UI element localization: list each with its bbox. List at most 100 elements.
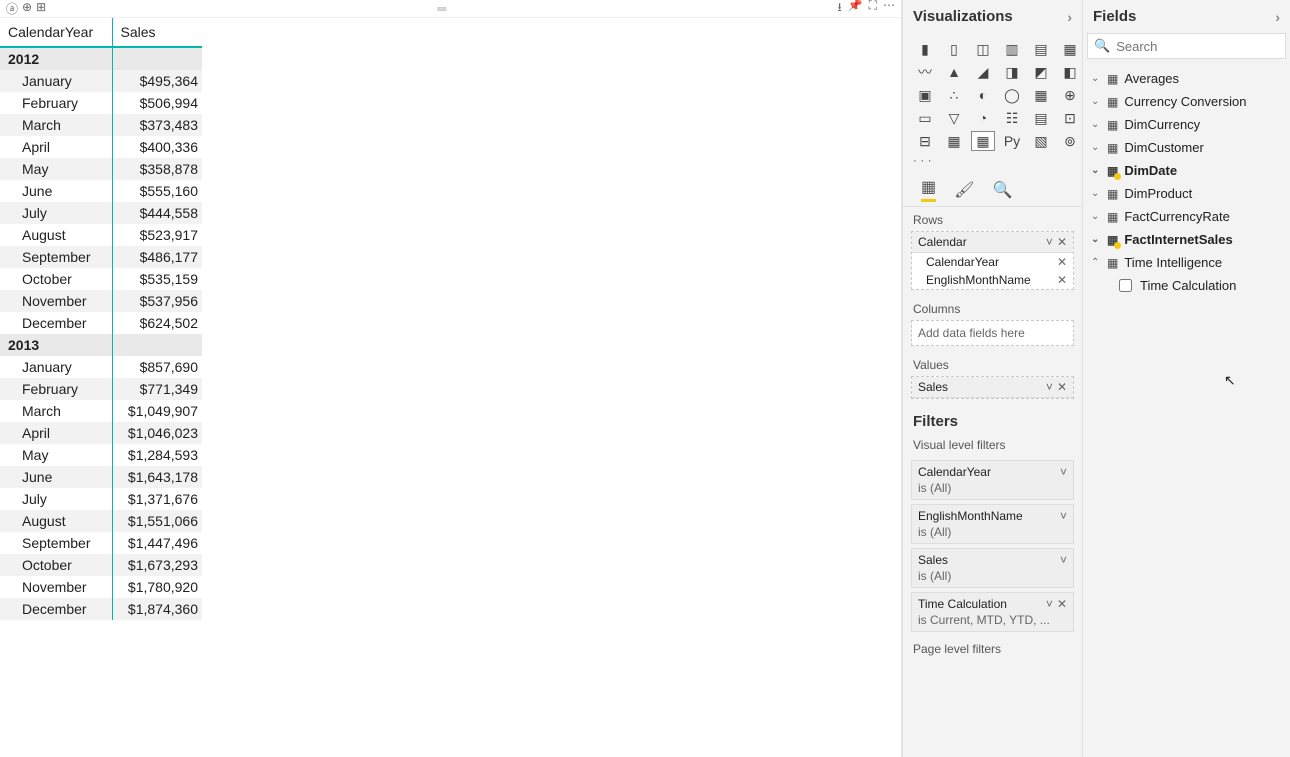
viz-type-icon[interactable]: ▧ bbox=[1029, 131, 1053, 151]
month-cell[interactable]: August bbox=[0, 224, 112, 246]
month-cell[interactable]: February bbox=[0, 92, 112, 114]
viz-type-icon[interactable]: ◧ bbox=[1058, 62, 1082, 82]
viz-type-icon[interactable]: ▤ bbox=[1029, 108, 1053, 128]
viz-type-icon[interactable]: ▮ bbox=[913, 39, 937, 59]
chevron-down-icon[interactable]: ˅ bbox=[1060, 465, 1067, 479]
field-table-node[interactable]: ⌄▦DimProduct bbox=[1083, 182, 1290, 205]
field-table-node[interactable]: ⌄▦DimCustomer bbox=[1083, 136, 1290, 159]
month-cell[interactable]: March bbox=[0, 114, 112, 136]
field-table-node[interactable]: ⌄▦DimCurrency bbox=[1083, 113, 1290, 136]
viz-type-icon[interactable]: ▦ bbox=[971, 131, 995, 151]
field-table-node[interactable]: ⌄▦FactCurrencyRate bbox=[1083, 205, 1290, 228]
chevron-icon[interactable]: ⌄ bbox=[1091, 165, 1101, 176]
year-cell[interactable]: 2012 bbox=[0, 47, 112, 70]
viz-type-icon[interactable]: ▽ bbox=[942, 108, 966, 128]
field-table-node[interactable]: ⌄▦Currency Conversion bbox=[1083, 90, 1290, 113]
field-checkbox[interactable] bbox=[1119, 279, 1132, 292]
viz-type-icon[interactable]: ⊕ bbox=[1058, 85, 1082, 105]
chevron-icon[interactable]: ⌄ bbox=[1091, 73, 1101, 84]
month-cell[interactable]: November bbox=[0, 290, 112, 312]
chevron-icon[interactable]: ⌄ bbox=[1091, 119, 1101, 130]
rows-pill-label[interactable]: Calendar bbox=[918, 235, 967, 249]
viz-type-icon[interactable]: ◩ bbox=[1029, 62, 1053, 82]
values-well[interactable]: Sales ˅ ✕ bbox=[911, 376, 1074, 399]
search-input[interactable] bbox=[1116, 39, 1279, 54]
chevron-down-icon[interactable]: ˅ bbox=[1046, 597, 1053, 611]
viz-type-icon[interactable]: ◔ bbox=[971, 108, 995, 128]
export-icon[interactable]: ⭳ bbox=[837, 0, 841, 19]
pin-icon[interactable]: 📌 bbox=[848, 0, 863, 19]
chevron-icon[interactable]: ⌄ bbox=[1091, 188, 1101, 199]
viz-type-icon[interactable]: Py bbox=[1000, 131, 1024, 151]
chevron-icon[interactable]: ⌄ bbox=[1091, 96, 1101, 107]
drill-down-icon[interactable]: ⊕ bbox=[22, 0, 32, 17]
month-cell[interactable]: January bbox=[0, 70, 112, 92]
field-table-node[interactable]: ⌄▦DimDate bbox=[1083, 159, 1290, 182]
viz-type-icon[interactable]: ▤ bbox=[1029, 39, 1053, 59]
month-cell[interactable]: May bbox=[0, 444, 112, 466]
drag-handle-icon[interactable]: ═ bbox=[46, 1, 837, 16]
chevron-icon[interactable]: ⌄ bbox=[1091, 142, 1101, 153]
fields-tab-icon[interactable]: ▦ bbox=[921, 177, 936, 202]
analytics-tab-icon[interactable]: 🔍 bbox=[992, 180, 1012, 200]
column-header-sales[interactable]: Sales bbox=[112, 18, 202, 47]
month-cell[interactable]: September bbox=[0, 532, 112, 554]
chevron-icon[interactable]: ⌄ bbox=[1091, 211, 1101, 222]
remove-icon[interactable]: ✕ bbox=[1057, 255, 1067, 269]
format-tab-icon[interactable]: 🖌 bbox=[954, 180, 974, 200]
chevron-icon[interactable]: ⌃ bbox=[1091, 257, 1101, 268]
viz-type-icon[interactable]: ⊡ bbox=[1058, 108, 1082, 128]
rows-well[interactable]: Calendar ˅✕ CalendarYear✕ EnglishMonthNa… bbox=[911, 231, 1074, 290]
month-cell[interactable]: April bbox=[0, 136, 112, 158]
filter-card[interactable]: Sales˅is (All) bbox=[911, 548, 1074, 588]
rows-sub-1[interactable]: CalendarYear bbox=[926, 255, 999, 269]
filter-card[interactable]: CalendarYear˅is (All) bbox=[911, 460, 1074, 500]
values-pill-label[interactable]: Sales bbox=[918, 380, 948, 394]
field-table-node[interactable]: ⌄▦FactInternetSales bbox=[1083, 228, 1290, 251]
chevron-down-icon[interactable]: ˅ bbox=[1060, 509, 1067, 523]
viz-type-icon[interactable]: ▲ bbox=[942, 62, 966, 82]
collapse-fields-icon[interactable]: › bbox=[1275, 9, 1280, 25]
viz-type-icon[interactable]: ◐ bbox=[971, 85, 995, 105]
month-cell[interactable]: August bbox=[0, 510, 112, 532]
chevron-down-icon[interactable]: ˅ bbox=[1046, 235, 1053, 249]
viz-type-icon[interactable]: ▯ bbox=[942, 39, 966, 59]
viz-type-icon[interactable]: ▥ bbox=[1000, 39, 1024, 59]
month-cell[interactable]: May bbox=[0, 158, 112, 180]
column-header-year[interactable]: CalendarYear bbox=[0, 18, 112, 47]
remove-icon[interactable]: ✕ bbox=[1057, 597, 1067, 611]
viz-type-icon[interactable]: ▦ bbox=[942, 131, 966, 151]
month-cell[interactable]: December bbox=[0, 598, 112, 620]
chevron-down-icon[interactable]: ˅ bbox=[1060, 553, 1067, 567]
chevron-down-icon[interactable]: ˅ bbox=[1046, 380, 1053, 394]
month-cell[interactable]: October bbox=[0, 268, 112, 290]
viz-type-icon[interactable]: ∴ bbox=[942, 85, 966, 105]
month-cell[interactable]: December bbox=[0, 312, 112, 334]
viz-type-icon[interactable]: ⊚ bbox=[1058, 131, 1082, 151]
month-cell[interactable]: June bbox=[0, 466, 112, 488]
matrix-visual[interactable]: CalendarYear Sales 2012January$495,364Fe… bbox=[0, 18, 901, 620]
expand-icon[interactable]: ⊞ bbox=[36, 0, 46, 17]
year-cell[interactable]: 2013 bbox=[0, 334, 112, 356]
viz-type-icon[interactable]: ◢ bbox=[971, 62, 995, 82]
collapse-viz-icon[interactable]: › bbox=[1067, 9, 1072, 25]
month-cell[interactable]: March bbox=[0, 400, 112, 422]
columns-well[interactable]: Add data fields here bbox=[911, 320, 1074, 346]
month-cell[interactable]: July bbox=[0, 488, 112, 510]
remove-icon[interactable]: ✕ bbox=[1057, 380, 1067, 394]
more-icon[interactable]: ⋯ bbox=[883, 0, 895, 19]
viz-type-icon[interactable]: ◫ bbox=[971, 39, 995, 59]
viz-type-icon[interactable]: ◯ bbox=[1000, 85, 1024, 105]
viz-more-button[interactable]: · · · bbox=[903, 153, 1082, 171]
month-cell[interactable]: June bbox=[0, 180, 112, 202]
viz-type-icon[interactable]: ▭ bbox=[913, 108, 937, 128]
viz-type-icon[interactable]: ⊟ bbox=[913, 131, 937, 151]
remove-icon[interactable]: ✕ bbox=[1057, 273, 1067, 287]
field-table-node[interactable]: ⌃▦Time Intelligence bbox=[1083, 251, 1290, 274]
remove-icon[interactable]: ✕ bbox=[1057, 235, 1067, 249]
viz-type-icon[interactable]: ▦ bbox=[1029, 85, 1053, 105]
month-cell[interactable]: September bbox=[0, 246, 112, 268]
focus-icon[interactable]: ⛶ bbox=[869, 0, 877, 19]
viz-type-icon[interactable]: ◨ bbox=[1000, 62, 1024, 82]
filter-card[interactable]: Time Calculation˅✕is Current, MTD, YTD, … bbox=[911, 592, 1074, 632]
